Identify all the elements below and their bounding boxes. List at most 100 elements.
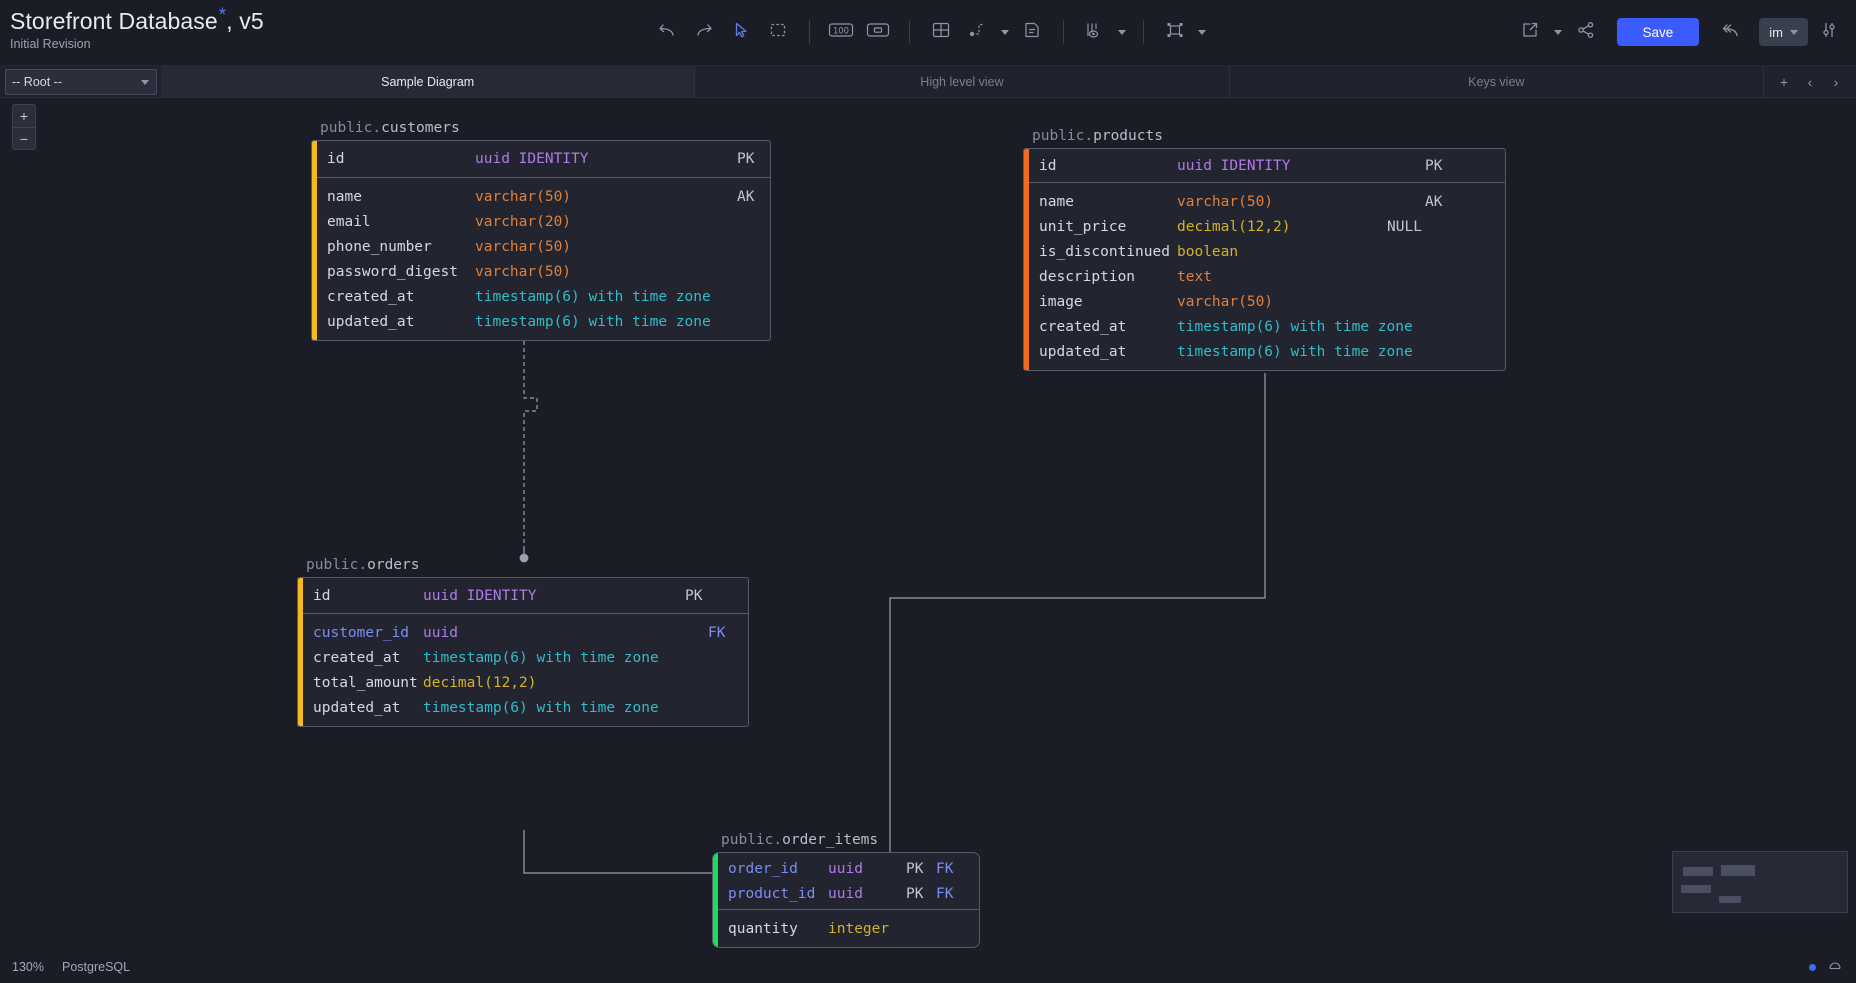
- column-row[interactable]: created_at timestamp(6) with time zone: [317, 284, 770, 309]
- add-tab-button[interactable]: +: [1772, 69, 1796, 95]
- column-row[interactable]: name varchar(50) AK: [1029, 189, 1505, 214]
- document-version: , v5: [226, 8, 264, 34]
- column-key-badge: FK: [708, 624, 726, 641]
- export-dropdown[interactable]: [1551, 16, 1565, 48]
- column-row[interactable]: total_amount decimal(12,2): [303, 670, 748, 695]
- save-button[interactable]: Save: [1616, 18, 1700, 46]
- toolbar-divider-2: [909, 20, 910, 44]
- tab-high-level-view[interactable]: High level view: [695, 66, 1230, 97]
- zoom-out-button[interactable]: −: [12, 127, 36, 150]
- display-options-dropdown[interactable]: [1115, 16, 1129, 48]
- settings-button[interactable]: [1812, 16, 1846, 48]
- column-name: total_amount: [313, 674, 418, 691]
- history-button[interactable]: [1713, 16, 1747, 48]
- note-button[interactable]: [1015, 16, 1049, 48]
- entity-customers[interactable]: public.customers id uuid IDENTITY PK nam…: [311, 120, 771, 341]
- entity-body: id uuid IDENTITY PK name varchar(50) AK …: [311, 140, 771, 341]
- column-type: varchar(50): [475, 263, 572, 280]
- selection-options-button[interactable]: [1158, 16, 1192, 48]
- zoom-in-button[interactable]: +: [12, 104, 36, 127]
- display-options-button[interactable]: [1078, 16, 1112, 48]
- diagram-canvas[interactable]: + − public.customers id uuid IDENTITY PK…: [0, 98, 1856, 951]
- column-name: id: [327, 151, 345, 167]
- entity-orders[interactable]: public.orders id uuid IDENTITY PK custom…: [297, 557, 749, 727]
- note-icon: [1021, 19, 1043, 46]
- entity-order-items[interactable]: public.order_items order_id uuid PK FK p…: [712, 832, 980, 948]
- column-row[interactable]: order_id uuid PK FK: [718, 856, 979, 881]
- relationship-customers-orders: [523, 341, 538, 550]
- selection-options-dropdown[interactable]: [1195, 16, 1209, 48]
- share-button[interactable]: [1569, 16, 1603, 48]
- tab-label: Sample Diagram: [381, 74, 475, 89]
- line-routing-button[interactable]: [961, 16, 995, 48]
- pointer-tool-icon: [731, 20, 751, 45]
- column-row[interactable]: updated_at timestamp(6) with time zone: [303, 695, 748, 720]
- grid-layout-button[interactable]: [924, 16, 958, 48]
- undo-button[interactable]: [650, 16, 684, 48]
- display-options-icon: [1083, 19, 1107, 46]
- user-menu[interactable]: im: [1759, 18, 1808, 46]
- tab-sample-diagram[interactable]: Sample Diagram: [161, 66, 696, 97]
- help-icon[interactable]: [1828, 959, 1842, 976]
- selection-options-icon: [1164, 19, 1186, 46]
- root-scope-value: -- Root --: [12, 75, 62, 89]
- column-name: email: [327, 213, 371, 230]
- entity-columns: order_id uuid PK FK product_id uuid PK F…: [713, 856, 979, 941]
- column-row[interactable]: image varchar(50): [1029, 289, 1505, 314]
- fit-to-screen-button[interactable]: [861, 16, 895, 48]
- zoom-100-button[interactable]: 100: [824, 16, 858, 48]
- column-key-badge: AK: [1425, 193, 1443, 210]
- tab-keys-view[interactable]: Keys view: [1229, 66, 1764, 97]
- history-icon: [1719, 20, 1741, 45]
- column-type: timestamp(6) with time zone: [423, 699, 659, 716]
- column-row[interactable]: updated_at timestamp(6) with time zone: [317, 309, 770, 334]
- column-row[interactable]: password_digest varchar(50): [317, 259, 770, 284]
- entity-schema: public.: [306, 557, 368, 573]
- entity-schema: public.: [721, 832, 783, 848]
- entity-products[interactable]: public.products id uuid IDENTITY PK name…: [1023, 128, 1506, 371]
- column-row[interactable]: unit_price decimal(12,2) NULL: [1029, 214, 1505, 239]
- column-row[interactable]: id uuid IDENTITY PK: [317, 141, 770, 177]
- redo-button[interactable]: [687, 16, 721, 48]
- next-tab-button[interactable]: ›: [1824, 69, 1848, 95]
- prev-tab-button[interactable]: ‹: [1798, 69, 1822, 95]
- pointer-tool-button[interactable]: [724, 16, 758, 48]
- chevron-down-icon: [1790, 29, 1798, 35]
- column-type: decimal(12,2): [1177, 218, 1291, 235]
- column-name: name: [1039, 193, 1074, 210]
- column-type: boolean: [1177, 243, 1239, 260]
- column-row[interactable]: product_id uuid PK FK: [718, 881, 979, 906]
- entity-schema: public.: [320, 120, 382, 136]
- undo-icon: [657, 20, 677, 45]
- column-name: quantity: [728, 920, 798, 937]
- marquee-select-button[interactable]: [761, 16, 795, 48]
- column-row[interactable]: name varchar(50) AK: [317, 184, 770, 209]
- export-button[interactable]: [1513, 16, 1547, 48]
- column-row[interactable]: quantity integer: [718, 916, 979, 941]
- entity-name: orders: [367, 557, 420, 573]
- minimap[interactable]: [1672, 851, 1848, 913]
- column-row[interactable]: created_at timestamp(6) with time zone: [303, 645, 748, 670]
- status-right: [1809, 959, 1842, 976]
- line-routing-dropdown[interactable]: [998, 16, 1012, 48]
- column-row[interactable]: id uuid IDENTITY PK: [303, 578, 748, 613]
- grid-layout-icon: [930, 19, 952, 46]
- column-row[interactable]: id uuid IDENTITY PK: [1029, 149, 1505, 182]
- column-name: is_discontinued: [1039, 243, 1170, 260]
- title-block: Storefront Database *, v5 Initial Revisio…: [10, 6, 264, 51]
- entity-name: order_items: [782, 832, 879, 848]
- column-row[interactable]: description text: [1029, 264, 1505, 289]
- column-row[interactable]: customer_id uuid FK: [303, 620, 748, 645]
- database-engine: PostgreSQL: [61, 960, 131, 974]
- column-row[interactable]: created_at timestamp(6) with time zone: [1029, 314, 1505, 339]
- column-row[interactable]: email varchar(20): [317, 209, 770, 234]
- column-row[interactable]: phone_number varchar(50): [317, 234, 770, 259]
- revision-label: Initial Revision: [10, 37, 91, 51]
- column-row[interactable]: updated_at timestamp(6) with time zone: [1029, 339, 1505, 364]
- entity-body: order_id uuid PK FK product_id uuid PK F…: [712, 852, 980, 948]
- column-key-badge: PK: [906, 860, 924, 877]
- column-row[interactable]: is_discontinued boolean: [1029, 239, 1505, 264]
- entity-title: public.customers: [311, 120, 771, 136]
- root-scope-select[interactable]: -- Root --: [5, 69, 157, 95]
- zoom-controls: + −: [12, 104, 36, 150]
